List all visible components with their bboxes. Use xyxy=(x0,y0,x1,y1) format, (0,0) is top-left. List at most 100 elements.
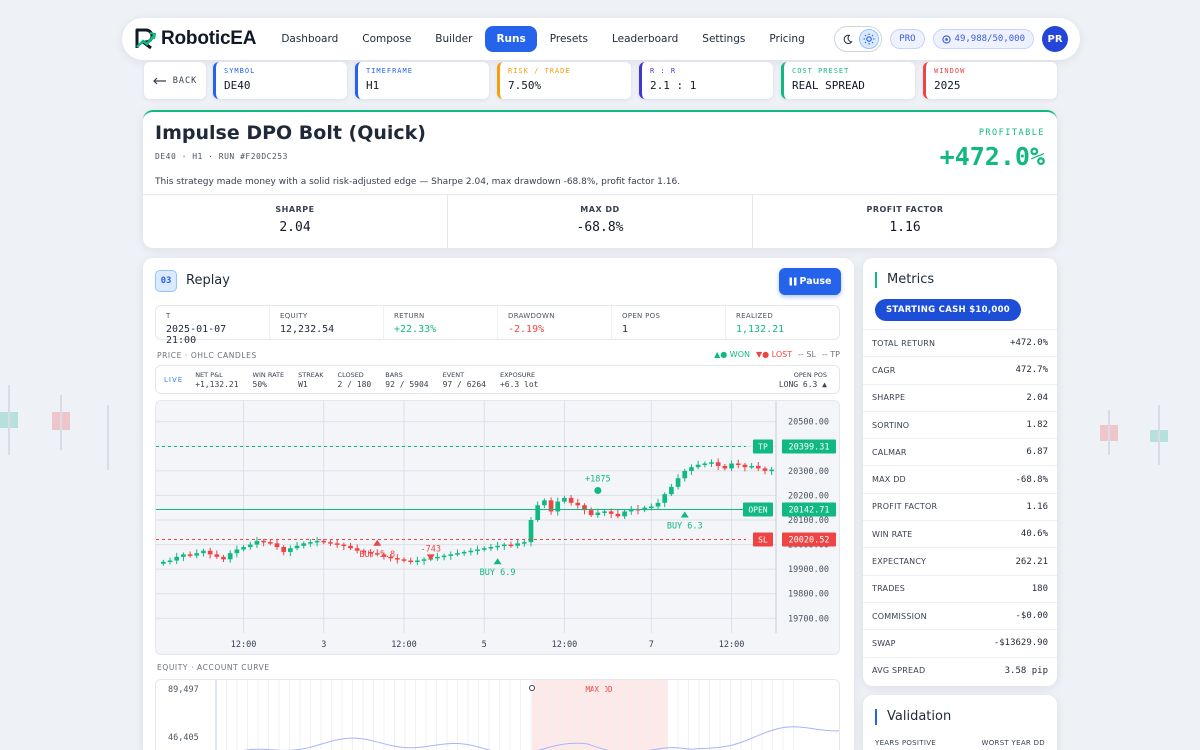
stat-return: RETURN +22.33% xyxy=(384,306,498,339)
nav-pricing[interactable]: Pricing xyxy=(758,26,815,52)
strategy-summary-card: Impulse DPO Bolt (Quick) DE40 · H1 · RUN… xyxy=(143,110,1057,248)
max-dd-label: MAX DD xyxy=(585,685,613,694)
nav-links: Dashboard Compose Builder Runs Presets Leader… xyxy=(270,26,815,52)
candle-body xyxy=(648,506,654,508)
y-tick-label: 20200.00 xyxy=(788,491,829,501)
level-tag-text: OPEN xyxy=(748,506,767,515)
trade-label: BUY 5.8 xyxy=(359,550,395,560)
candle-body xyxy=(408,560,414,563)
candle-body xyxy=(221,556,226,560)
price-chart-label: PRICE · OHLC CANDLES xyxy=(157,351,257,360)
candle-body xyxy=(334,543,340,545)
nav-runs[interactable]: Runs xyxy=(485,26,537,52)
trade-marker-dot xyxy=(594,487,602,495)
param-risk-trade[interactable]: RISK / TRADE 7.50% xyxy=(497,62,631,99)
live-exposure: EXPOSURE +6.3 lot xyxy=(499,370,539,389)
param-cost-preset[interactable]: COST PRESET REAL SPREAD xyxy=(781,62,915,99)
light-mode-button[interactable] xyxy=(859,29,880,49)
trade-label: BUY 6.9 xyxy=(480,568,516,578)
replay-stats: T 2025-01-07 21:00 EQUITY 12,232.54 RETURN +2… xyxy=(155,305,840,346)
candle-body xyxy=(314,540,320,543)
candle-body xyxy=(501,544,507,547)
live-event: EVENT 97 / 6264 xyxy=(442,370,486,389)
brand-logo[interactable]: RoboticEA xyxy=(134,27,257,51)
candle-body xyxy=(595,512,601,516)
candle-body xyxy=(441,555,447,558)
candle-body xyxy=(575,502,581,506)
candle-body xyxy=(167,560,173,563)
candle-body xyxy=(702,463,708,465)
nav-compose[interactable]: Compose xyxy=(351,26,422,52)
replay-card: 03 Replay Pause T 2025-01-07 21:00 EQUITY 1… xyxy=(143,258,854,750)
candle-body xyxy=(735,463,741,465)
legend-won: ▲● WON xyxy=(714,350,750,359)
live-win-rate: WIN RATE 50% xyxy=(252,370,285,389)
pause-button[interactable]: Pause xyxy=(779,268,841,295)
user-avatar[interactable]: PR xyxy=(1042,26,1068,52)
kpi-profit-factor: PROFIT FACTOR 1.16 xyxy=(866,205,944,235)
y-tick-label: 19900.00 xyxy=(788,565,829,575)
candle-body xyxy=(528,520,534,543)
candle-body xyxy=(729,463,734,469)
metric-sortino: SORTINO 1.82 xyxy=(863,410,1057,438)
x-tick-label: 12:00 xyxy=(552,640,578,650)
metric-sharpe: SHARPE 2.04 xyxy=(863,383,1057,411)
level-tag-text: TP xyxy=(758,442,768,451)
candle-body xyxy=(294,545,300,549)
metrics-list: TOTAL RETURN +472.0% CAGR 472.7% SHARPE 2.04 S… xyxy=(863,329,1057,684)
trade-label: +1875 xyxy=(585,475,611,485)
metric-calmar: CALMAR 6.87 xyxy=(863,438,1057,465)
candle-body xyxy=(722,465,728,469)
equity-chart[interactable]: MAX DD 89,497 46,405 xyxy=(155,679,840,750)
candle-body xyxy=(662,494,668,503)
candle-body xyxy=(274,543,280,548)
x-tick-label: 12:00 xyxy=(231,640,257,650)
candle-body xyxy=(214,554,220,557)
kpi-max-dd: MAX DD -68.8% xyxy=(448,195,753,248)
back-button[interactable]: BACK xyxy=(144,62,206,99)
metric-profit-factor: PROFIT FACTOR 1.16 xyxy=(863,492,1057,520)
x-tick-label: 12:00 xyxy=(391,640,417,650)
strategy-title: Impulse DPO Bolt (Quick) xyxy=(155,122,426,144)
param-window[interactable]: WINDOW 2025 xyxy=(923,62,1057,99)
price-chart[interactable]: 20500.0020400.0020300.0020200.0020100.00… xyxy=(155,400,840,655)
candle-body xyxy=(749,465,754,468)
candle-body xyxy=(715,462,721,466)
nav-settings[interactable]: Settings xyxy=(691,26,756,52)
metric-swap: SWAP -$13629.90 xyxy=(863,629,1057,656)
nav-leaderboard[interactable]: Leaderboard xyxy=(601,26,689,52)
chart-legend: ▲● WON ▼● LOST -- SL -- TP xyxy=(714,350,840,359)
dark-mode-button[interactable] xyxy=(837,29,857,49)
candle-body xyxy=(194,553,200,556)
candle-body xyxy=(341,544,347,547)
trade-marker-down xyxy=(426,554,435,561)
param-symbol[interactable]: SYMBOL DE40 xyxy=(213,62,347,99)
candle-body xyxy=(508,544,514,547)
candle-body xyxy=(288,548,293,552)
live-net-p-l: NET P&L +1,132.21 xyxy=(195,370,239,389)
candle-body xyxy=(742,464,748,468)
credits-badge[interactable]: 49,988/50,000 xyxy=(932,29,1034,49)
candle-body xyxy=(201,550,206,554)
coin-icon xyxy=(941,34,951,44)
candle-body xyxy=(468,550,474,553)
nav-presets[interactable]: Presets xyxy=(539,26,599,52)
candle-body xyxy=(488,547,494,549)
param-timeframe[interactable]: TIMEFRAME H1 xyxy=(355,62,489,99)
trade-label: BUY 6.3 xyxy=(667,522,703,532)
top-navbar: RoboticEA Dashboard Compose Builder Runs Pre… xyxy=(122,18,1080,60)
candle-body xyxy=(709,462,714,464)
stat-drawdown: DRAWDOWN -2.19% xyxy=(498,306,612,339)
plan-badge[interactable]: PRO xyxy=(890,29,925,49)
param-r-r[interactable]: R : R 2.1 : 1 xyxy=(639,62,773,99)
level-value-text: 20399.31 xyxy=(789,442,830,452)
candle-body xyxy=(535,505,541,520)
open-position: OPEN POS LONG 6.3 ▲ xyxy=(778,370,827,389)
legend-tp: -- TP xyxy=(821,350,840,359)
candle-body xyxy=(568,497,574,503)
nav-dashboard[interactable]: Dashboard xyxy=(270,26,349,52)
theme-toggle[interactable] xyxy=(834,26,883,52)
candle-body xyxy=(435,556,440,559)
equity-chart-svg: MAX DD 89,497 46,405 xyxy=(168,680,839,750)
nav-builder[interactable]: Builder xyxy=(424,26,483,52)
